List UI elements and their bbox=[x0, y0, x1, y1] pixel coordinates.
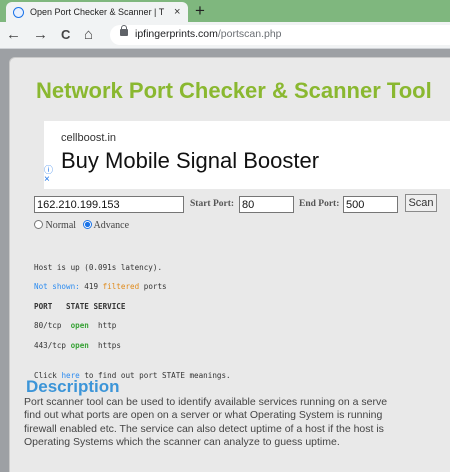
new-tab-button[interactable]: + bbox=[195, 1, 205, 21]
tab-close-icon[interactable]: × bbox=[174, 6, 180, 18]
forward-icon[interactable]: → bbox=[33, 25, 48, 45]
ad-domain[interactable]: cellboost.in bbox=[61, 132, 116, 144]
end-port-input[interactable] bbox=[343, 196, 398, 213]
tab-title: Open Port Checker & Scanner | T bbox=[30, 7, 165, 17]
scan-button[interactable]: Scan bbox=[405, 194, 437, 212]
back-icon[interactable]: ← bbox=[6, 25, 21, 45]
tab-strip: Open Port Checker & Scanner | T × + bbox=[0, 0, 450, 22]
start-port-input[interactable] bbox=[239, 196, 294, 213]
description-title: Description bbox=[26, 377, 120, 396]
description-text: Port scanner tool can be used to identif… bbox=[24, 396, 388, 449]
advertisement-banner[interactable]: cellboost.in Buy Mobile Signal Booster ⓘ… bbox=[44, 121, 450, 189]
scan-mode-group: Normal Advance bbox=[34, 220, 129, 231]
browser-toolbar: ← → C ⌂ ipfingerprints.com/portscan.php bbox=[0, 22, 450, 49]
address-bar[interactable]: ipfingerprints.com/portscan.php bbox=[110, 25, 450, 45]
page-title: Network Port Checker & Scanner Tool bbox=[36, 78, 432, 103]
results-header: PORT STATE SERVICE bbox=[34, 302, 126, 311]
lock-icon[interactable] bbox=[120, 25, 128, 36]
globe-favicon-icon bbox=[13, 6, 24, 18]
end-port-label: End Port: bbox=[299, 199, 340, 209]
ad-headline[interactable]: Buy Mobile Signal Booster bbox=[61, 148, 319, 174]
start-port-label: Start Port: bbox=[190, 199, 235, 209]
reload-icon[interactable]: C bbox=[61, 25, 70, 45]
ad-close-icon[interactable]: × bbox=[44, 174, 50, 185]
not-shown-line: Not shown: 419 filtered ports bbox=[34, 282, 167, 291]
normal-radio[interactable] bbox=[34, 220, 43, 229]
home-icon[interactable]: ⌂ bbox=[84, 25, 93, 45]
host-input[interactable] bbox=[34, 196, 184, 213]
advance-radio[interactable] bbox=[82, 220, 92, 229]
url-text: ipfingerprints.com/portscan.php bbox=[135, 28, 282, 40]
advance-radio-label: Advance bbox=[93, 220, 130, 231]
normal-radio-label: Normal bbox=[45, 220, 77, 231]
result-row: 80/tcp open http bbox=[34, 321, 117, 330]
result-row: 443/tcp open https bbox=[34, 341, 121, 350]
page-viewport: Network Port Checker & Scanner Tool cell… bbox=[0, 49, 450, 472]
host-status-line: Host is up (0.091s latency). bbox=[34, 263, 163, 272]
browser-tab[interactable]: Open Port Checker & Scanner | T × bbox=[6, 2, 188, 22]
